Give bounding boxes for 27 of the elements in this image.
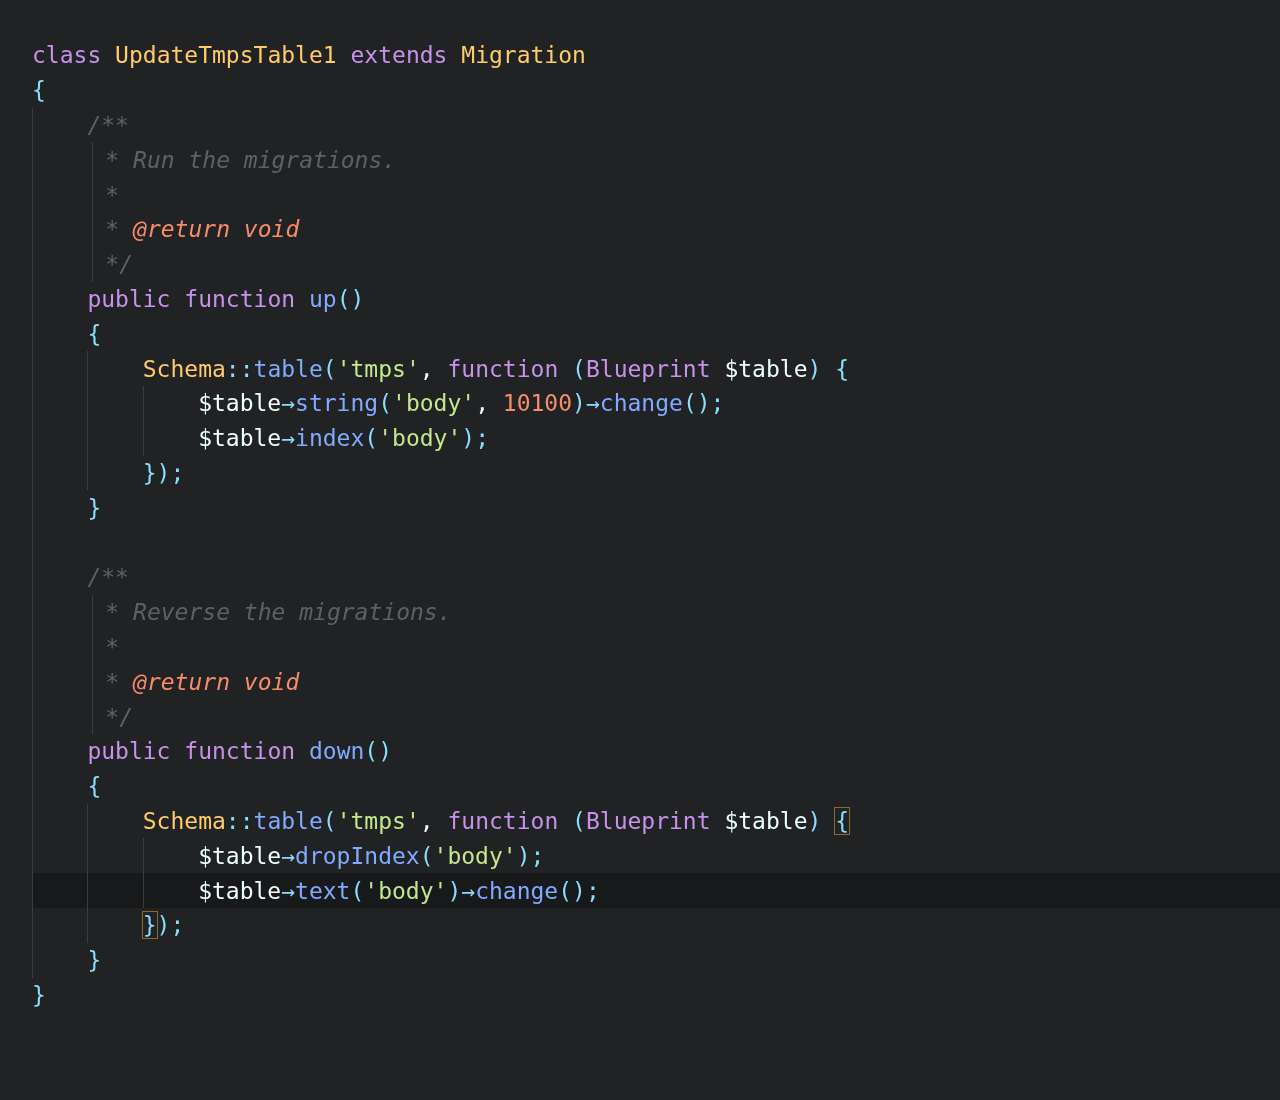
code-line: } bbox=[87, 494, 102, 521]
code-comment: */ bbox=[105, 251, 134, 278]
code-line: }); bbox=[142, 459, 185, 486]
code-comment: * Run the migrations. bbox=[105, 146, 397, 173]
code-line: { bbox=[87, 320, 102, 347]
code-line: $table→index('body'); bbox=[198, 425, 489, 452]
code-comment: /** bbox=[87, 112, 129, 138]
code-comment: * @return void bbox=[105, 216, 300, 243]
code-comment: * Reverse the migrations. bbox=[105, 599, 452, 626]
code-line: class UpdateTmpsTable1 extends Migration bbox=[32, 42, 586, 69]
code-line: $table→string('body', 10100)→change(); bbox=[198, 390, 725, 417]
code-comment: * @return void bbox=[105, 668, 300, 695]
code-line: public function up() bbox=[87, 285, 365, 312]
code-line: Schema::table('tmps', function (Blueprint $table) { bbox=[142, 807, 850, 834]
code-line: $table→text('body')→change(); bbox=[198, 877, 600, 904]
code-line: }); bbox=[142, 912, 185, 939]
code-line: $table→dropIndex('body'); bbox=[198, 842, 545, 869]
code-comment: * bbox=[105, 633, 120, 660]
code-line: Schema::table('tmps', function (Blueprint $table) { bbox=[142, 355, 850, 382]
code-comment: /** bbox=[87, 564, 129, 591]
code-line: } bbox=[87, 947, 102, 974]
code-comment: */ bbox=[105, 703, 134, 730]
code-line: public function down() bbox=[87, 738, 393, 765]
code-line: } bbox=[32, 981, 46, 1008]
code-comment: * bbox=[105, 181, 120, 208]
code-line: { bbox=[87, 773, 102, 800]
code-line: { bbox=[32, 77, 46, 104]
